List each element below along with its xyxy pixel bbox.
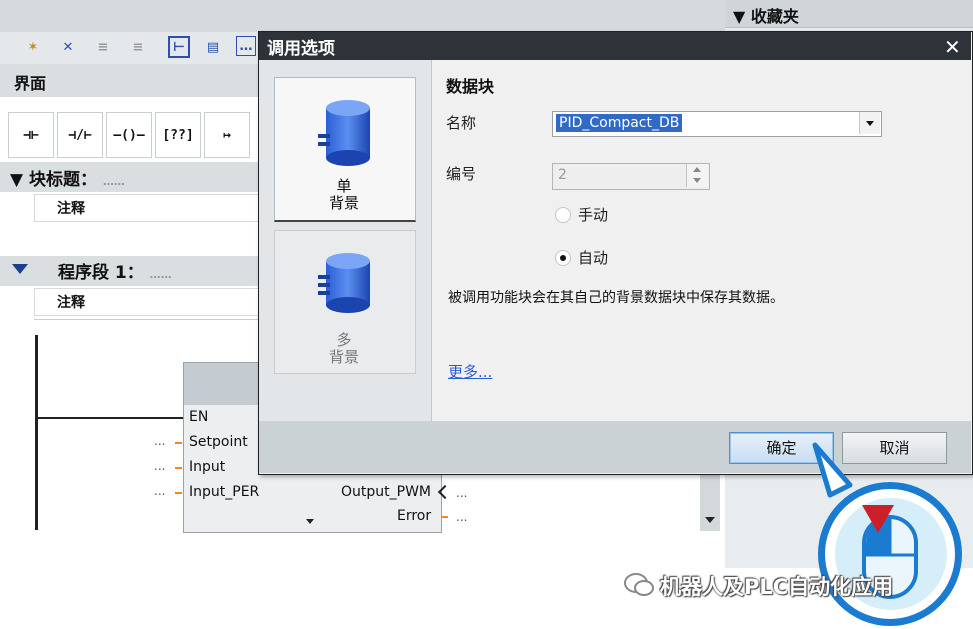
pin-input[interactable]: Input (189, 459, 225, 475)
single-instance-label: 单 背景 (274, 178, 414, 212)
error-value[interactable]: ... (456, 510, 467, 524)
pin-input-per[interactable]: Input_PER (189, 484, 259, 500)
arrow-up-icon[interactable] (693, 167, 701, 172)
block-title-dots: …… (102, 175, 125, 188)
editor-top-strip (0, 0, 725, 32)
nc-contact-icon[interactable]: ⊣/⊢ (57, 112, 103, 158)
name-value[interactable]: PID_Compact_DB (556, 114, 683, 132)
favorites-title[interactable]: ▼ 收藏夹 (733, 3, 799, 27)
radio-manual[interactable] (555, 207, 571, 223)
divider (34, 319, 260, 320)
collapse-arrow-icon[interactable] (12, 264, 28, 274)
callout-pointer (812, 442, 853, 498)
pin-setpoint[interactable]: Setpoint (189, 434, 248, 450)
comment-icon[interactable]: … (236, 36, 256, 56)
setpoint-value[interactable]: ... (154, 434, 165, 448)
output-pwm-value[interactable]: ... (456, 486, 467, 500)
expand-block-icon[interactable] (306, 519, 314, 524)
multi-line1: 多 (336, 331, 352, 349)
number-value[interactable]: 2 (558, 167, 567, 183)
network-title-text: 程序段 1： (58, 263, 144, 283)
close-icon[interactable]: ✕ (944, 35, 961, 59)
coil-icon[interactable]: —()— (106, 112, 152, 158)
pin-connector (175, 442, 182, 444)
data-block-icon (318, 100, 370, 166)
empty-box-icon[interactable]: [??] (155, 112, 201, 158)
insert-network-icon[interactable]: ✶ (22, 36, 44, 58)
no-contact-icon[interactable]: ⊣⊢ (8, 112, 54, 158)
close-branch-icon[interactable]: ▤ (202, 36, 224, 58)
name-label: 名称 (446, 114, 477, 132)
stepper-buttons[interactable] (686, 164, 708, 187)
delete-network-icon[interactable]: ✕ (57, 36, 79, 58)
dialog-title: 调用选项 (267, 39, 335, 59)
network-title[interactable]: 程序段 1： …… (58, 258, 172, 283)
block-comment[interactable]: 注释 (57, 198, 85, 218)
block-title-text: ▼ 块标题： (10, 170, 97, 190)
wechat-icon (624, 573, 654, 596)
input-per-value[interactable]: ... (154, 484, 165, 498)
pin-connector (175, 492, 182, 494)
branch-icon[interactable]: ↦ (204, 112, 250, 158)
pin-en[interactable]: EN (189, 409, 208, 425)
dialog-titlebar[interactable] (259, 32, 971, 60)
open-branch-icon[interactable]: ⊢ (168, 36, 190, 58)
description-text: 被调用功能块会在其自己的背景数据块中保存其数据。 (448, 290, 784, 306)
single-line2: 背景 (328, 194, 359, 212)
watermark-text: 机器人及PLC自动化应用 (660, 575, 894, 599)
radio-auto[interactable] (555, 250, 571, 266)
single-line1: 单 (336, 177, 352, 195)
dropdown-button[interactable] (859, 112, 880, 134)
block-title[interactable]: ▼ 块标题： …… (10, 165, 125, 190)
input-value[interactable]: ... (154, 459, 165, 473)
interface-label[interactable]: 界面 (14, 70, 46, 94)
insert-row-icon[interactable]: ≡ (92, 36, 114, 58)
radio-auto-label[interactable]: 自动 (578, 247, 608, 268)
multi-instance-label: 多 背景 (274, 332, 414, 366)
number-label: 编号 (446, 165, 477, 183)
multi-data-block-icon (318, 253, 370, 313)
scroll-down-icon[interactable] (705, 517, 715, 523)
more-link[interactable]: 更多... (448, 361, 492, 382)
power-rail (35, 335, 38, 530)
pin-connector (175, 467, 182, 469)
chevron-down-icon (866, 120, 874, 126)
arrow-down-icon[interactable] (693, 178, 701, 183)
multi-line2: 背景 (328, 348, 359, 366)
pin-connector (441, 516, 448, 518)
rung-line (35, 417, 185, 419)
pin-error[interactable]: Error (397, 508, 431, 524)
pin-output-pwm[interactable]: Output_PWM (341, 484, 431, 500)
section-title: 数据块 (446, 77, 495, 96)
network-title-dots: …… (149, 268, 172, 281)
delete-row-icon[interactable]: ≡ (127, 36, 149, 58)
network-comment[interactable]: 注释 (57, 292, 85, 312)
radio-manual-label[interactable]: 手动 (578, 204, 608, 225)
